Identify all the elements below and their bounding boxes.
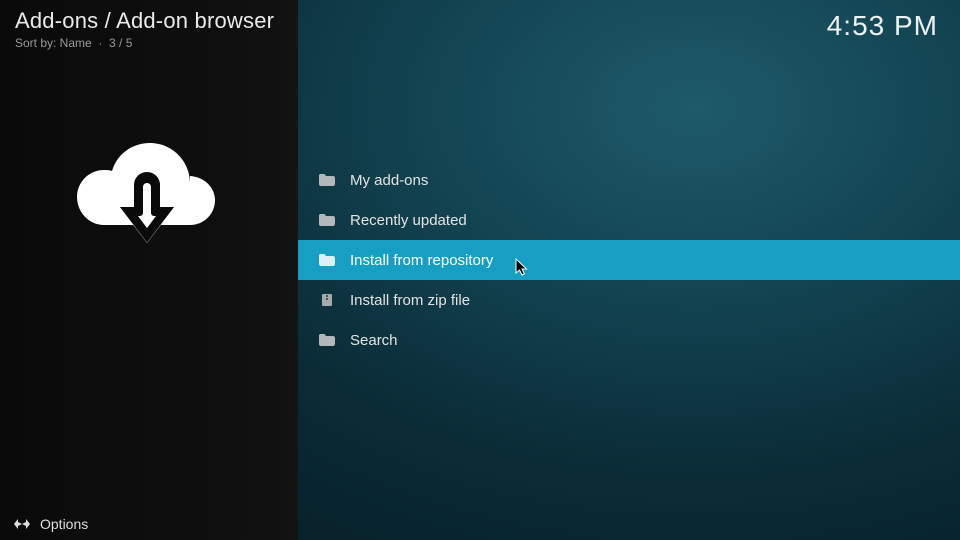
clock: 4:53 PM — [827, 10, 938, 42]
header: Add-ons / Add-on browser Sort by: Name ·… — [15, 8, 274, 50]
options-icon — [14, 517, 30, 531]
folder-icon — [318, 253, 336, 267]
list-item-install-from-repository[interactable]: Install from repository — [298, 240, 960, 280]
dot-separator: · — [98, 36, 102, 50]
list-item-recently-updated[interactable]: Recently updated — [298, 200, 960, 240]
addon-list: My add-ons Recently updated Install from… — [298, 160, 960, 360]
folder-icon — [318, 173, 336, 187]
options-label: Options — [40, 516, 88, 532]
list-position: 3 / 5 — [109, 36, 132, 50]
breadcrumb: Add-ons / Add-on browser — [15, 8, 274, 34]
list-item-label: Recently updated — [350, 212, 467, 229]
sort-info: Sort by: Name · 3 / 5 — [15, 36, 274, 50]
folder-icon — [318, 333, 336, 347]
list-item-install-from-zip[interactable]: Install from zip file — [298, 280, 960, 320]
zip-file-icon — [318, 293, 336, 307]
addon-browser-hero-icon — [72, 125, 222, 265]
options-button[interactable]: Options — [0, 508, 298, 540]
list-item-search[interactable]: Search — [298, 320, 960, 360]
folder-icon — [318, 213, 336, 227]
list-item-label: Search — [350, 332, 398, 349]
sidebar-panel — [0, 0, 298, 540]
sort-label: Sort by: Name — [15, 36, 92, 50]
list-item-label: Install from repository — [350, 252, 493, 269]
list-item-label: Install from zip file — [350, 292, 470, 309]
list-item-label: My add-ons — [350, 172, 428, 189]
list-item-my-addons[interactable]: My add-ons — [298, 160, 960, 200]
